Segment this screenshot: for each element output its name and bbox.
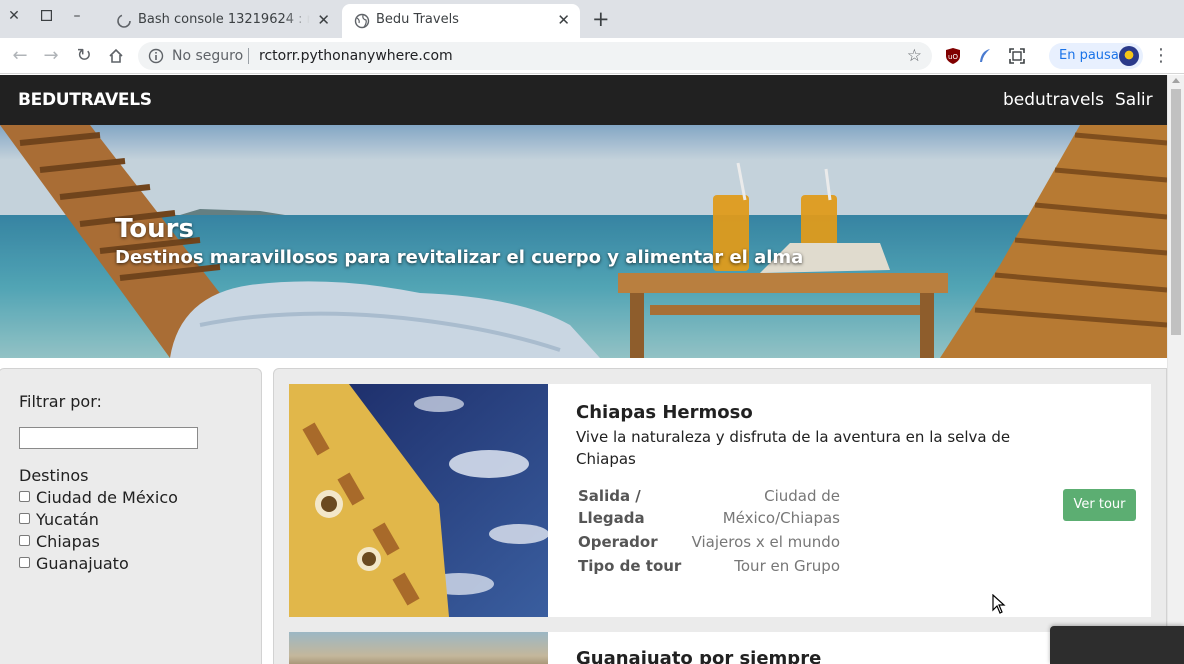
site-navbar: BEDUTRAVELS bedutravels Salir [0,75,1167,125]
home-icon[interactable] [105,45,127,67]
nav-logout-link[interactable]: Salir [1115,90,1153,110]
feather-extension-icon[interactable] [976,47,994,65]
tour-card: Guanajuato por siempre [289,632,1151,664]
detail-key: Salida / Llegada [578,487,645,527]
globe-icon [354,13,370,29]
destination-label: Yucatán [36,510,99,529]
destination-label: Ciudad de México [36,488,178,507]
nav-user-link[interactable]: bedutravels [1003,90,1104,110]
scroll-up-arrow-icon[interactable] [1172,78,1180,83]
filter-sidebar: Filtrar por: Destinos Ciudad de México Y… [0,368,262,664]
filter-label: Filtrar por: [19,392,102,411]
detail-value: Viajeros x el mundo [691,533,840,551]
browser-tab-strip: ✕ – Bash console 13219624 : rctorr ✕ Bed… [0,0,1184,38]
tour-details-table: Salida / Llegada Ciudad de México/Chiapa… [576,485,842,579]
tab-title: Bash console 13219624 : rctorr [138,12,310,27]
tab-bash-console[interactable]: Bash console 13219624 : rctorr ✕ [104,4,340,38]
info-icon[interactable] [148,48,164,64]
checkbox[interactable] [19,491,30,502]
scroll-thumb[interactable] [1171,89,1181,335]
page-title: Tours [115,214,194,244]
tour-title: Chiapas Hermoso [576,402,753,423]
tour-card: Chiapas Hermoso Vive la naturaleza y dis… [289,384,1151,617]
tour-detail-row: Tipo de tour Tour en Grupo [576,555,842,579]
destination-checkbox-cdmx[interactable]: Ciudad de México [19,488,178,507]
hero-banner: Tours Destinos maravillosos para revital… [0,125,1167,358]
profile-status: En pausa [1059,48,1119,63]
destinations-heading: Destinos [19,466,89,485]
detail-key: Operador [578,533,658,551]
address-bar[interactable]: No seguro rctorr.pythonanywhere.com ☆ [138,42,932,70]
window-close-icon[interactable]: ✕ [5,7,23,25]
bookmark-star-icon[interactable]: ☆ [907,46,922,66]
profile-paused-button[interactable]: En pausa [1049,43,1143,69]
destination-checkbox-chiapas[interactable]: Chiapas [19,532,100,551]
checkbox[interactable] [19,557,30,568]
checkbox[interactable] [19,513,30,524]
avatar [1119,46,1139,66]
page-subtitle: Destinos maravillosos para revitalizar e… [115,247,804,268]
more-vert-icon[interactable]: ⋮ [1152,45,1170,67]
loading-icon [117,14,131,28]
ublock-extension-icon[interactable]: uO [944,47,962,65]
detail-value: Ciudad de México/Chiapas [722,487,840,527]
page-viewport: BEDUTRAVELS bedutravels Salir Tours Dest… [0,75,1167,664]
tour-title: Guanajuato por siempre [576,648,822,664]
url-text[interactable]: rctorr.pythonanywhere.com [259,48,453,64]
detail-value: Tour en Grupo [734,557,840,575]
tab-title: Bedu Travels [376,12,459,27]
tour-image[interactable] [289,632,548,664]
tour-description: Vive la naturaleza y disfruta de la aven… [576,428,1011,468]
detail-key: Tipo de tour [578,557,682,575]
tab-close-icon[interactable]: ✕ [557,11,570,29]
reload-icon[interactable]: ↻ [73,45,95,67]
download-shelf [1050,626,1184,664]
tour-detail-row: Operador Viajeros x el mundo [576,531,842,555]
destination-label: Chiapas [36,532,100,551]
tab-close-icon[interactable]: ✕ [317,11,330,29]
screenshot-extension-icon[interactable] [1008,47,1026,65]
divider [248,48,249,64]
security-status: No seguro [172,48,244,64]
tour-detail-row: Salida / Llegada Ciudad de México/Chiapa… [576,485,842,531]
forward-arrow-icon[interactable]: → [40,45,62,67]
destination-checkbox-yucatan[interactable]: Yucatán [19,510,99,529]
mouse-cursor-icon [992,594,1006,614]
window-maximize-icon[interactable] [37,7,55,25]
site-brand[interactable]: BEDUTRAVELS [18,90,152,110]
destination-label: Guanajuato [36,554,129,573]
checkbox[interactable] [19,535,30,546]
tab-bedu-travels[interactable]: Bedu Travels ✕ [342,4,580,38]
page-scrollbar[interactable] [1167,75,1184,664]
view-tour-button[interactable]: Ver tour [1063,489,1136,521]
svg-text:uO: uO [948,53,958,61]
back-arrow-icon[interactable]: ← [9,45,31,67]
tour-image[interactable] [289,384,548,617]
window-minimize-icon[interactable]: – [68,7,86,25]
new-tab-plus-icon[interactable]: + [592,8,610,30]
browser-toolbar: ← → ↻ No seguro rctorr.pythonanywhere.co… [0,38,1184,74]
filter-search-input[interactable] [19,427,198,449]
destination-checkbox-guanajuato[interactable]: Guanajuato [19,554,129,573]
